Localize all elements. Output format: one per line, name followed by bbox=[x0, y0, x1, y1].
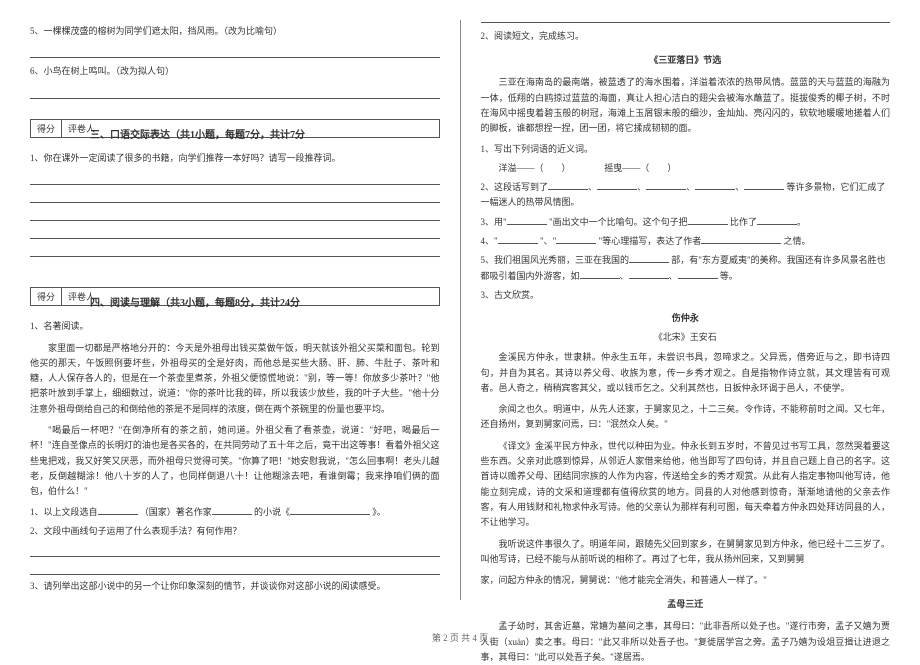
passage2-p1: 金溪民方仲永，世隶耕。仲永生五年，未尝识书具，忽啼求之。父异焉，借旁近与之，即书… bbox=[481, 350, 891, 396]
blank bbox=[688, 215, 728, 225]
answer-line bbox=[30, 225, 440, 239]
blank bbox=[695, 180, 735, 190]
answer-line bbox=[30, 171, 440, 185]
passage2-title: 伤仲永 bbox=[481, 311, 891, 324]
p1-sq2: 2、这段话写到了、、、、 等许多景物，它们汇成了一幅迷人的热带风情图。 bbox=[481, 180, 891, 211]
score-label: 得分 bbox=[31, 288, 62, 305]
sq1-text-d: 》。 bbox=[372, 507, 386, 517]
sq1-text-c: 的小说《 bbox=[254, 507, 290, 517]
sq1-text-b: （国家）著名作家 bbox=[140, 507, 212, 517]
column-divider bbox=[460, 20, 461, 600]
sq5a: 5、我们祖国风光秀丽，三亚在我国的 bbox=[481, 255, 630, 265]
blank bbox=[556, 234, 596, 244]
p1-sq6: 3、古文欣赏。 bbox=[481, 288, 891, 303]
passage2-p3: 《译文》金溪平民方仲永，世代以种田为业。仲永长到五岁时，不曾见过书写工具，忽然哭… bbox=[481, 439, 891, 531]
blank bbox=[678, 269, 718, 279]
passage-p2: "喝最后一杯吧？"在倒净所有的茶之前，她问道。外祖父看了看茶壶，说道："好吧，喝… bbox=[30, 423, 440, 499]
blank bbox=[646, 180, 686, 190]
sq4d: 之情。 bbox=[783, 236, 810, 246]
sub-q3: 3、请列举出这部小说中的另一个让你印象深刻的情节，并谈谈你对这部小说的阅读感受。 bbox=[30, 579, 440, 594]
blank bbox=[507, 215, 547, 225]
blank bbox=[744, 180, 784, 190]
passage2-p5: 家，问起方仲永的情况，舅舅说："他才能完全消失，和普通人一样了。" bbox=[481, 573, 891, 588]
blank bbox=[580, 269, 620, 279]
blank bbox=[290, 505, 370, 515]
answer-line bbox=[30, 561, 440, 575]
sub-q2: 2、文段中画线句子运用了什么表现手法？有何作用？ bbox=[30, 524, 440, 539]
blank bbox=[212, 505, 252, 515]
passage-p1: 家里面一切都是严格地分开的：今天是外祖母出钱买菜做午饭，明天就该外祖父买菜和面包… bbox=[30, 341, 440, 417]
sub-q1: 1、以上文段选自 （国家）著名作家 的小说《 》。 bbox=[30, 505, 440, 520]
answer-line bbox=[30, 243, 440, 257]
sq3b: "画出文中一个比喻句。这个句子把 bbox=[549, 217, 688, 227]
passage2-p4: 我听说这件事很久了。明道年间，跟随先父回到家乡，在舅舅家见到方仲永，他已经十二三… bbox=[481, 537, 891, 568]
score-label: 得分 bbox=[31, 120, 62, 137]
sq1-text-a: 1、以上文段选自 bbox=[30, 507, 98, 517]
passage1-p1: 三亚在海南岛的最南端，被蓝透了的海水围着，洋溢着浓浓的热带风情。蓝蓝的天与蓝蓝的… bbox=[481, 75, 891, 136]
blank bbox=[98, 505, 138, 515]
passage2-p2: 余闻之也久。明道中，从先人还家，于舅家见之，十二三矣。令作诗，不能称前时之闻。又… bbox=[481, 402, 891, 433]
sq2a: 2、这段话写到了 bbox=[481, 182, 549, 192]
blank bbox=[757, 215, 797, 225]
p1-sq1-items: 洋溢——（ ） 摇曳——（ ） bbox=[481, 161, 891, 176]
p1-sq4: 4、" "、" "等心理描写，表达了作者 之情。 bbox=[481, 234, 891, 249]
section3-q1: 1、你在课外一定阅读了很多的书籍，向学们推荐一本好吗？请写一段推荐词。 bbox=[30, 151, 440, 165]
sq4a: 4、" bbox=[481, 236, 498, 246]
left-column: 5、一棵棵茂盛的榕树为同学们遮太阳，挡风雨。（改为比喻句） 6、小鸟在树上鸣叫。… bbox=[30, 20, 440, 630]
passage1-title: 《三亚落日》节选 bbox=[481, 53, 891, 66]
answer-line bbox=[481, 22, 891, 23]
blank bbox=[701, 234, 781, 244]
sq1b: 摇曳——（ bbox=[604, 163, 649, 173]
sq1a: 洋溢——（ bbox=[499, 163, 544, 173]
sq3a: 3、用" bbox=[481, 217, 507, 227]
p1-sq3: 3、用" "画出文中一个比喻句。这个句子把 比作了。 bbox=[481, 215, 891, 230]
sq5c: 等。 bbox=[720, 271, 738, 281]
sq3c: 比作了 bbox=[730, 217, 757, 227]
sq4c: "等心理描写，表达了作者 bbox=[599, 236, 702, 246]
right-column: 2、阅读短文，完成练习。 《三亚落日》节选 三亚在海南岛的最南端，被蓝透了的海水… bbox=[481, 20, 891, 630]
question-6: 6、小鸟在树上鸣叫。（改为拟人句） bbox=[30, 64, 440, 78]
passage3-title: 孟母三迁 bbox=[481, 597, 891, 610]
passage2-author: 《北宋》王安石 bbox=[481, 330, 891, 343]
question-5: 5、一棵棵茂盛的榕树为同学们遮太阳，挡风雨。（改为比喻句） bbox=[30, 24, 440, 38]
answer-line bbox=[30, 207, 440, 221]
reading-label: 1、名著阅读。 bbox=[30, 319, 440, 333]
blank bbox=[629, 269, 669, 279]
page-columns: 5、一棵棵茂盛的榕树为同学们遮太阳，挡风雨。（改为比喻句） 6、小鸟在树上鸣叫。… bbox=[30, 20, 890, 630]
blank bbox=[629, 253, 669, 263]
p1-sq5: 5、我们祖国风光秀丽，三亚在我国的 部，有"东方夏威夷"的美称。我国还有许多风景… bbox=[481, 253, 891, 284]
blank bbox=[498, 234, 538, 244]
answer-line bbox=[30, 85, 440, 99]
sq4b: "、" bbox=[540, 236, 556, 246]
answer-line bbox=[30, 189, 440, 203]
page-footer: 第 2 页 共 4 页 bbox=[0, 631, 920, 644]
section-4-title: 四、阅读与理解（共3小题，每题8分，共计24分 bbox=[90, 294, 440, 309]
q2-label: 2、阅读短文，完成练习。 bbox=[481, 29, 891, 43]
answer-line bbox=[30, 44, 440, 58]
section-3-title: 三、口语交际表达（共1小题，每题7分，共计7分 bbox=[90, 126, 440, 141]
answer-line bbox=[30, 543, 440, 557]
blank bbox=[548, 180, 588, 190]
blank bbox=[597, 180, 637, 190]
p1-sq1: 1、写出下列词语的近义词。 bbox=[481, 142, 891, 157]
